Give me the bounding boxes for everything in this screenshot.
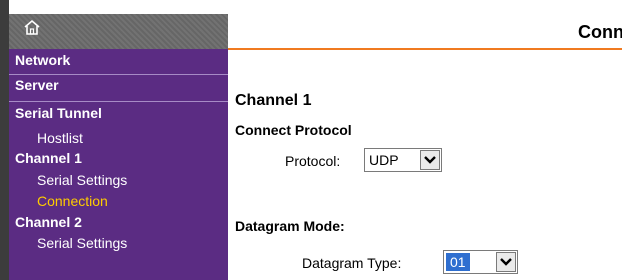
sidebar-item-channel-2[interactable]: Channel 2: [9, 212, 228, 233]
home-icon[interactable]: [23, 18, 41, 36]
protocol-select[interactable]: UDP: [364, 148, 442, 172]
sidebar-item-network[interactable]: Network: [9, 50, 228, 70]
sidebar-nav: Network Server Serial Tunnel Hostlist Ch…: [9, 49, 228, 280]
sidebar-item-channel-1[interactable]: Channel 1: [9, 148, 228, 169]
chevron-down-icon: [424, 156, 436, 164]
sidebar: Network Server Serial Tunnel Hostlist Ch…: [0, 0, 228, 280]
sidebar-item-serial-settings-2[interactable]: Serial Settings: [9, 233, 228, 254]
connect-protocol-heading: Connect Protocol: [235, 122, 352, 138]
sidebar-item-serial-tunnel[interactable]: Serial Tunnel: [9, 101, 228, 125]
header-accent-line: [228, 48, 622, 50]
datagram-type-value: 01: [446, 253, 470, 271]
protocol-dropdown-button[interactable]: [420, 150, 440, 170]
sidebar-item-connection[interactable]: Connection: [9, 191, 228, 212]
protocol-label: Protocol:: [285, 153, 341, 169]
chevron-down-icon: [500, 258, 512, 266]
datagram-type-label: Datagram Type:: [302, 255, 402, 271]
sidebar-item-server[interactable]: Server: [9, 74, 228, 97]
datagram-type-select[interactable]: 01: [443, 250, 518, 274]
sidebar-item-serial-settings-1[interactable]: Serial Settings: [9, 170, 228, 191]
protocol-value: UDP: [369, 152, 399, 168]
channel-heading: Channel 1: [235, 92, 312, 109]
home-bar: [9, 14, 228, 49]
sidebar-item-hostlist[interactable]: Hostlist: [9, 128, 228, 148]
page-title: Conn: [578, 22, 622, 42]
sidebar-edge: [0, 0, 9, 280]
datagram-type-dropdown-button[interactable]: [496, 252, 516, 272]
datagram-mode-heading: Datagram Mode:: [235, 218, 345, 234]
